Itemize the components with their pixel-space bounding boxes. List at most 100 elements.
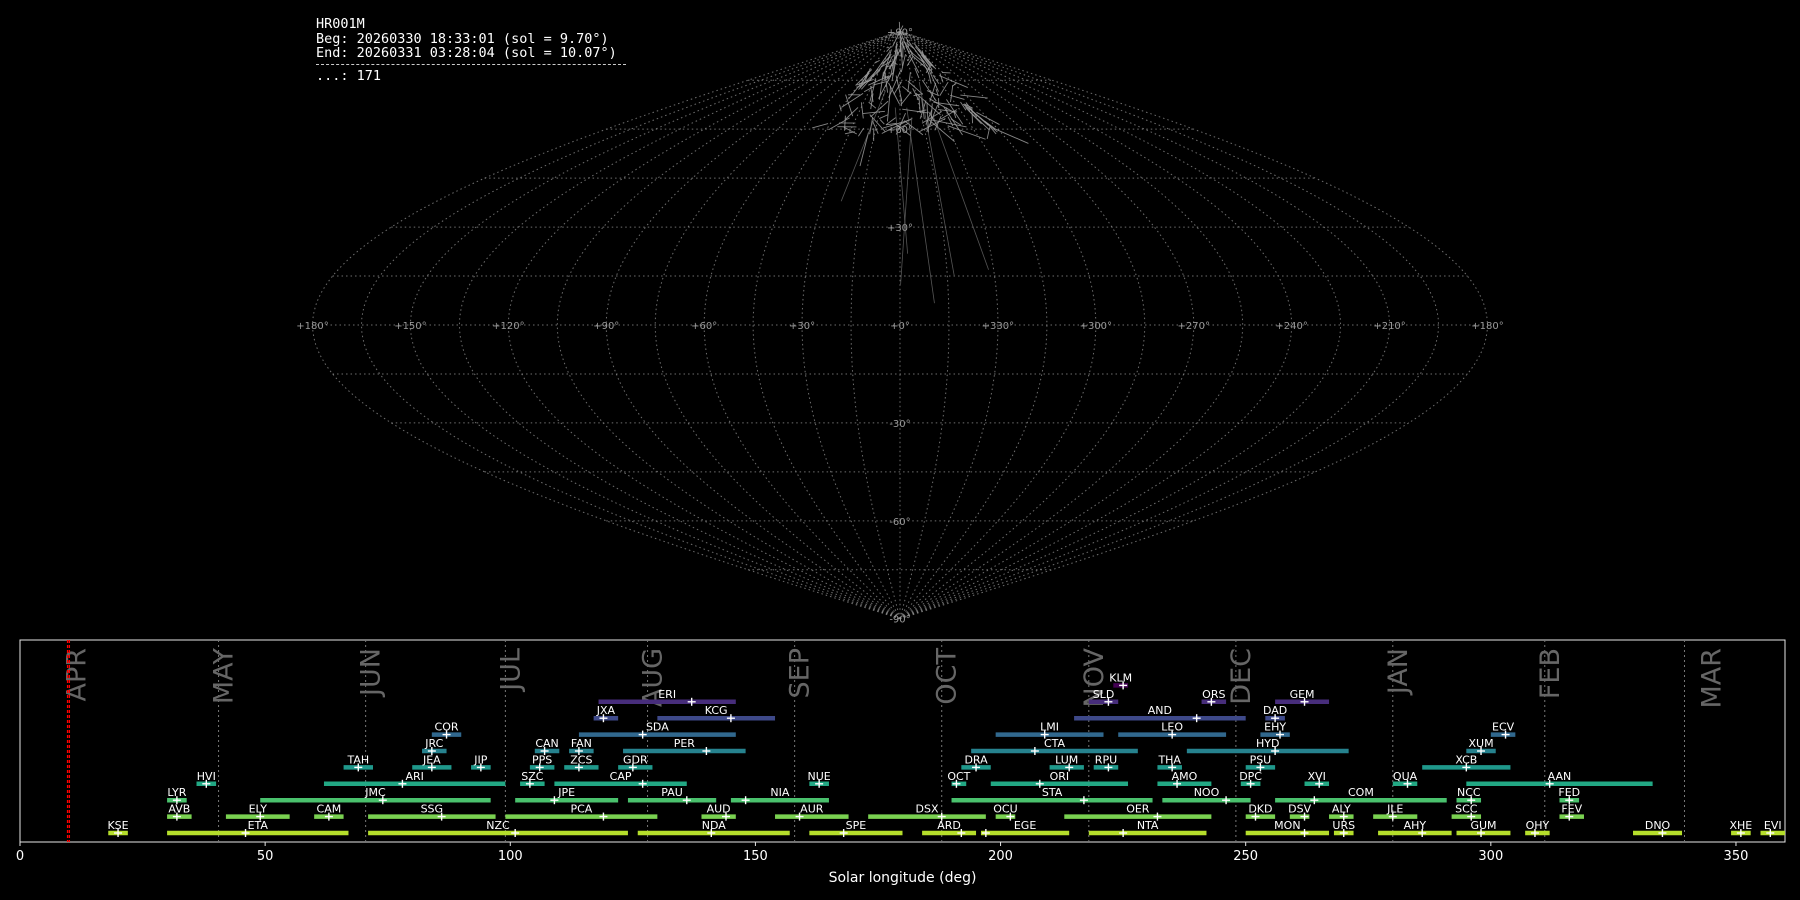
- x-tick-label: 200: [988, 849, 1013, 864]
- shower-label: LYR: [167, 786, 186, 799]
- x-tick-label: 100: [498, 849, 523, 864]
- shower-label: DSX: [916, 803, 939, 816]
- shower-label: JIP: [473, 753, 487, 766]
- shower-label: LMI: [1040, 721, 1059, 734]
- shower-label: ZCS: [570, 753, 592, 766]
- shower-label: RPU: [1095, 753, 1117, 766]
- shower-label: JLE: [1386, 803, 1403, 816]
- shower-label: ARD: [937, 819, 961, 832]
- shower-label: NZC: [486, 819, 510, 832]
- shower-label: OHY: [1526, 819, 1550, 832]
- shower-label: URS: [1332, 819, 1355, 832]
- shower-label: ALY: [1332, 803, 1351, 816]
- month-label: MAY: [209, 648, 240, 705]
- shower-label: JRC: [424, 737, 443, 750]
- shower-label: ETA: [248, 819, 269, 832]
- shower-label: JEA: [422, 753, 441, 766]
- month-label: JUN: [356, 648, 387, 698]
- shower-label: NTA: [1137, 819, 1159, 832]
- shower-label: AVB: [168, 803, 190, 816]
- shower-label: CAM: [317, 803, 342, 816]
- shower-label: DSV: [1288, 803, 1311, 816]
- shower-label: PPS: [532, 753, 552, 766]
- shower-label: SZC: [521, 770, 544, 783]
- shower-label: PAU: [661, 786, 683, 799]
- x-tick-label: 350: [1724, 849, 1749, 864]
- shower-label: FEV: [1561, 803, 1582, 816]
- shower-label: PCA: [570, 803, 592, 816]
- shower-label: XHE: [1729, 819, 1752, 832]
- shower-label: MON: [1274, 819, 1300, 832]
- shower-label: QUA: [1393, 770, 1418, 783]
- shower-label: LUM: [1055, 753, 1078, 766]
- shower-label: THA: [1157, 753, 1181, 766]
- shower-label: ECV: [1492, 721, 1515, 734]
- month-label: DEC: [1226, 648, 1257, 705]
- shower-label: PER: [674, 737, 696, 750]
- shower-label: COR: [435, 721, 459, 734]
- shower-label: OCU: [993, 803, 1017, 816]
- shower-label: AAN: [1548, 770, 1572, 783]
- shower-label: ERI: [658, 688, 676, 701]
- x-tick-label: 300: [1478, 849, 1503, 864]
- shower-label: ARI: [405, 770, 423, 783]
- shower-label: OCT: [947, 770, 970, 783]
- shower-label: NCC: [1457, 786, 1481, 799]
- shower-label: KSE: [107, 819, 128, 832]
- x-tick-label: 150: [743, 849, 768, 864]
- shower-label: NDA: [702, 819, 727, 832]
- shower-label: SPE: [846, 819, 867, 832]
- timeline-frame: [19, 639, 1786, 843]
- shower-label: SCC: [1455, 803, 1478, 816]
- month-label: SEP: [785, 648, 816, 698]
- shower-label: ORS: [1202, 688, 1225, 701]
- shower-label: FAN: [571, 737, 592, 750]
- shower-label: GEM: [1290, 688, 1315, 701]
- x-tick-label: 0: [16, 849, 24, 864]
- x-tick-label: 50: [257, 849, 274, 864]
- shower-label: AMO: [1172, 770, 1198, 783]
- shower-label: DPC: [1239, 770, 1262, 783]
- shower-label: NIA: [770, 786, 789, 799]
- shower-label: SLD: [1093, 688, 1115, 701]
- shower-label: AUR: [800, 803, 824, 816]
- shower-label: ELY: [249, 803, 268, 816]
- shower-timeline: APR MAY JUN JUL AUG SEP OCT NOV DEC JAN FEB MARKLME…: [16, 639, 1786, 886]
- x-tick-label: 250: [1233, 849, 1258, 864]
- shower-label: CTA: [1044, 737, 1066, 750]
- month-label: OCT: [932, 648, 963, 705]
- shower-label: JXA: [596, 704, 616, 717]
- x-axis-label: Solar longitude (deg): [829, 870, 977, 886]
- month-label: FEB: [1535, 648, 1566, 699]
- shower-label: HVI: [197, 770, 216, 783]
- x-axis: 0 50 100 150 200 250 300 350 Solar longitude (de…: [16, 842, 1749, 886]
- shower-label: SDA: [646, 721, 669, 734]
- shower-label: NOO: [1194, 786, 1220, 799]
- shower-label: EHY: [1264, 721, 1286, 734]
- shower-label: COM: [1348, 786, 1374, 799]
- shower-label: PSU: [1250, 753, 1272, 766]
- shower-label: DRA: [964, 753, 988, 766]
- shower-label: DNO: [1645, 819, 1671, 832]
- shower-label: JMC: [364, 786, 386, 799]
- month-label: APR: [62, 648, 93, 702]
- shower-label: EVI: [1764, 819, 1782, 832]
- shower-label: FED: [1558, 786, 1580, 799]
- shower-label: KCG: [705, 704, 728, 717]
- shower-label: STA: [1042, 786, 1063, 799]
- shower-label: AUD: [707, 803, 731, 816]
- shower-label: TAH: [346, 753, 369, 766]
- shower-label: OER: [1126, 803, 1150, 816]
- shower-label: AND: [1148, 704, 1172, 717]
- month-label: JUL: [495, 648, 526, 693]
- shower-label: DAD: [1263, 704, 1287, 717]
- shower-label: LEO: [1161, 721, 1183, 734]
- shower-label: AHY: [1404, 819, 1427, 832]
- month-label: JAN: [1383, 648, 1414, 696]
- month-label: MAR: [1697, 648, 1728, 709]
- shower-label: XCB: [1455, 753, 1477, 766]
- shower-label: XUM: [1468, 737, 1493, 750]
- shower-label: CAP: [610, 770, 632, 783]
- shower-label: NUE: [808, 770, 831, 783]
- shower-label: DKD: [1248, 803, 1272, 816]
